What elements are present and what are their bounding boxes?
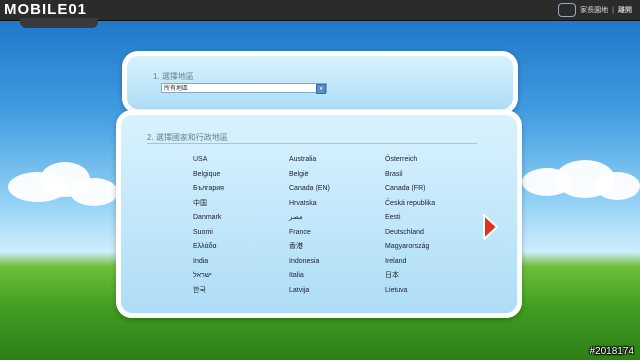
cloud [70, 178, 118, 206]
divider [147, 143, 477, 144]
country-link[interactable]: 日本 [385, 269, 435, 284]
region-select-value: 所有地區 [164, 86, 189, 92]
country-link[interactable]: مصر [289, 211, 330, 226]
country-link[interactable]: Ireland [385, 255, 435, 270]
country-link[interactable]: Österreich [385, 153, 435, 168]
country-column-1: USA Belgique България 中国 Danmark Suomi Ε… [193, 153, 224, 298]
country-link[interactable]: France [289, 226, 330, 241]
country-link[interactable]: Canada (FR) [385, 182, 435, 197]
country-link[interactable]: ישראל [193, 269, 224, 284]
country-link[interactable]: 香港 [289, 240, 330, 255]
country-link[interactable]: Belgique [193, 168, 224, 183]
nav-link-parents[interactable]: 家長園地 [580, 5, 608, 15]
top-nav: 家長園地 | 離開 [558, 3, 632, 17]
country-link[interactable]: 中国 [193, 197, 224, 212]
country-column-2: Australia België Canada (EN) Hrvatska مص… [289, 153, 330, 298]
nav-separator: | [612, 6, 614, 14]
logo-tab [20, 18, 98, 28]
country-link[interactable]: България [193, 182, 224, 197]
chevron-down-icon[interactable]: ▾ [316, 84, 326, 94]
site-logo[interactable]: MOBILE01 [4, 1, 87, 19]
country-link[interactable]: Australia [289, 153, 330, 168]
nav-link-exit[interactable]: 離開 [618, 5, 632, 15]
home-icon[interactable] [558, 3, 577, 17]
country-panel: 2. 選擇國家和行政地區 USA Belgique България 中国 Da… [116, 110, 522, 318]
step1-title: 1. 選擇地區 [153, 72, 194, 81]
country-link[interactable]: Italia [289, 269, 330, 284]
next-arrow-icon[interactable] [481, 213, 499, 241]
region-select[interactable]: 所有地區 ▾ [161, 83, 327, 94]
country-link[interactable]: Hrvatska [289, 197, 330, 212]
country-link[interactable]: Magyarország [385, 240, 435, 255]
country-link[interactable]: Danmark [193, 211, 224, 226]
country-link[interactable]: België [289, 168, 330, 183]
country-link[interactable]: Deutschland [385, 226, 435, 241]
country-link[interactable]: Lietuva [385, 284, 435, 299]
country-link[interactable]: Eesti [385, 211, 435, 226]
country-link[interactable]: USA [193, 153, 224, 168]
country-link[interactable]: Ελλάδα [193, 240, 224, 255]
country-link[interactable]: Indonesia [289, 255, 330, 270]
country-link[interactable]: Brasil [385, 168, 435, 183]
country-link[interactable]: Suomi [193, 226, 224, 241]
country-link[interactable]: Česká republika [385, 197, 435, 212]
country-link[interactable]: 한국 [193, 284, 224, 299]
cloud [595, 172, 640, 200]
country-link[interactable]: Latvija [289, 284, 330, 299]
country-link[interactable]: India [193, 255, 224, 270]
country-column-3: Österreich Brasil Canada (FR) Česká repu… [385, 153, 435, 298]
watermark: #2018174 [589, 346, 635, 357]
region-panel: 1. 選擇地區 所有地區 ▾ [122, 51, 518, 114]
step2-title: 2. 選擇國家和行政地區 [147, 133, 228, 142]
country-link[interactable]: Canada (EN) [289, 182, 330, 197]
